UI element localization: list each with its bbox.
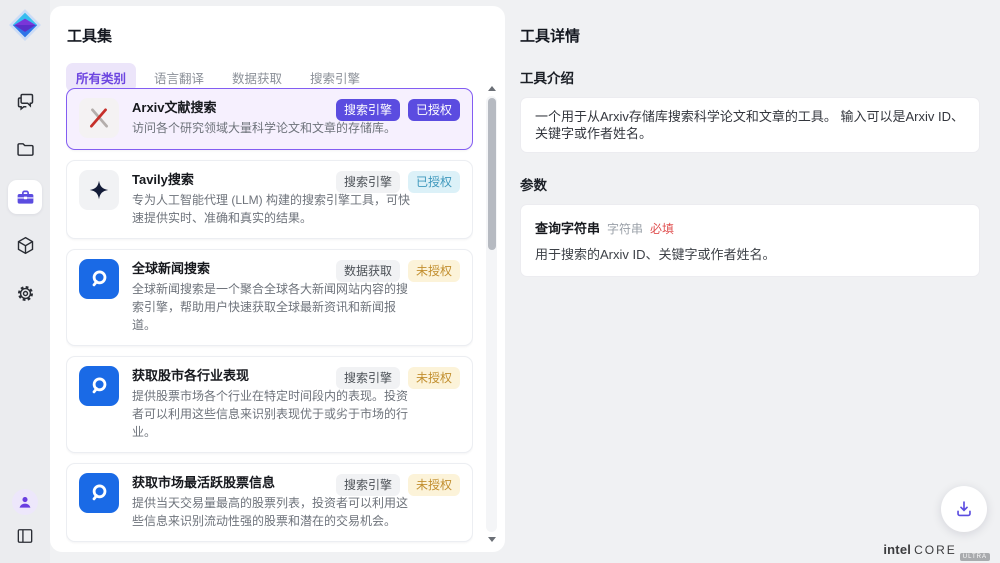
scrollbar-thumb[interactable] xyxy=(488,98,496,250)
folder-icon xyxy=(15,139,36,160)
tool-description: 提供当天交易量最高的股票列表，投资者可以利用这些信息来识别流动性强的股票和潜在的… xyxy=(132,494,412,530)
tavily-star-icon xyxy=(79,170,119,210)
tool-card-global-news[interactable]: 全球新闻搜索 全球新闻搜索是一个聚合全球各大新闻网站内容的搜索引擎，帮助用户快速… xyxy=(66,249,473,346)
sidebar-bottom xyxy=(12,489,38,549)
tool-description: 提供股票市场各个行业在特定时间段内的表现。投资者可以利用这些信息来识别表现优于或… xyxy=(132,387,412,441)
category-tag: 搜索引擎 xyxy=(336,99,400,121)
cube-icon xyxy=(15,235,36,256)
tool-intro-text: 一个用于从Arxiv存储库搜索科学论文和文章的工具。 输入可以是Arxiv ID… xyxy=(520,97,980,153)
intel-core-badge: intel core Ultra xyxy=(883,542,990,557)
sidebar-item-tools[interactable] xyxy=(8,180,42,214)
params-heading: 参数 xyxy=(505,153,1000,194)
q-search-icon xyxy=(79,259,119,299)
sidebar-item-settings[interactable] xyxy=(8,276,42,310)
panel-toggle-button[interactable] xyxy=(13,525,37,549)
auth-badge: 已授权 xyxy=(408,99,460,121)
tool-list-scrollbar[interactable] xyxy=(486,86,497,542)
scroll-up-arrow-icon[interactable] xyxy=(488,86,496,91)
category-tabs: 所有类别 语言翻译 数据获取 搜索引擎 xyxy=(50,46,505,92)
diamond-logo-icon xyxy=(8,8,42,42)
tool-card-arxiv[interactable]: Arxiv文献搜索 访问各个研究领域大量科学论文和文章的存储库。 搜索引擎 已授… xyxy=(66,88,473,150)
toolbox-icon xyxy=(15,187,36,208)
sidebar-item-chat[interactable] xyxy=(8,84,42,118)
ultra-badge: Ultra xyxy=(960,553,990,561)
tool-card-active-stocks[interactable]: 获取市场最活跃股票信息 提供当天交易量最高的股票列表，投资者可以利用这些信息来识… xyxy=(66,463,473,542)
tools-panel: 工具集 所有类别 语言翻译 数据获取 搜索引擎 Arxiv文献搜索 访问各个研究… xyxy=(50,6,505,552)
download-icon xyxy=(953,498,975,520)
tool-description: 专为人工智能代理 (LLM) 构建的搜索引擎工具，可快速提供实时、准确和真实的结… xyxy=(132,191,412,227)
param-name: 查询字符串 xyxy=(535,218,600,237)
auth-badge: 已授权 xyxy=(408,171,460,193)
core-wordmark: core xyxy=(914,543,957,557)
category-tag: 数据获取 xyxy=(336,260,400,282)
details-title: 工具详情 xyxy=(505,0,1000,46)
tool-card-tavily[interactable]: Tavily搜索 专为人工智能代理 (LLM) 构建的搜索引擎工具，可快速提供实… xyxy=(66,160,473,239)
person-icon xyxy=(16,493,34,511)
chat-icon xyxy=(15,91,36,112)
auth-badge: 未授权 xyxy=(408,367,460,389)
param-description: 用于搜索的Arxiv ID、关键字或作者姓名。 xyxy=(535,244,965,266)
param-type: 字符串 xyxy=(607,220,643,237)
tool-description: 访问各个研究领域大量科学论文和文章的存储库。 xyxy=(132,119,412,137)
param-required-badge: 必填 xyxy=(650,220,674,237)
arxiv-icon xyxy=(79,98,119,138)
sidebar-item-files[interactable] xyxy=(8,132,42,166)
intro-heading: 工具介绍 xyxy=(505,46,1000,87)
q-search-icon xyxy=(79,473,119,513)
sidebar xyxy=(0,0,50,563)
tool-description: 全球新闻搜索是一个聚合全球各大新闻网站内容的搜索引擎，帮助用户快速获取全球最新资… xyxy=(132,280,412,334)
sidebar-item-models[interactable] xyxy=(8,228,42,262)
layout-panel-icon xyxy=(15,526,35,546)
parameter-card: 查询字符串 字符串 必填 用于搜索的Arxiv ID、关键字或作者姓名。 xyxy=(520,204,980,277)
auth-badge: 未授权 xyxy=(408,474,460,496)
category-tag: 搜索引擎 xyxy=(336,171,400,193)
app-logo xyxy=(8,8,42,42)
gear-icon xyxy=(15,283,36,304)
category-tag: 搜索引擎 xyxy=(336,367,400,389)
sidebar-nav xyxy=(8,84,42,310)
download-button[interactable] xyxy=(941,486,987,532)
scroll-down-arrow-icon[interactable] xyxy=(488,537,496,542)
intel-wordmark: intel xyxy=(883,542,911,557)
tools-panel-title: 工具集 xyxy=(50,6,505,46)
category-tag: 搜索引擎 xyxy=(336,474,400,496)
tool-card-stock-sectors[interactable]: 获取股市各行业表现 提供股票市场各个行业在特定时间段内的表现。投资者可以利用这些… xyxy=(66,356,473,453)
q-search-icon xyxy=(79,366,119,406)
tool-details-panel: 工具详情 工具介绍 一个用于从Arxiv存储库搜索科学论文和文章的工具。 输入可… xyxy=(505,0,1000,563)
auth-badge: 未授权 xyxy=(408,260,460,282)
user-avatar[interactable] xyxy=(12,489,38,515)
tool-list: Arxiv文献搜索 访问各个研究领域大量科学论文和文章的存储库。 搜索引擎 已授… xyxy=(66,88,473,546)
